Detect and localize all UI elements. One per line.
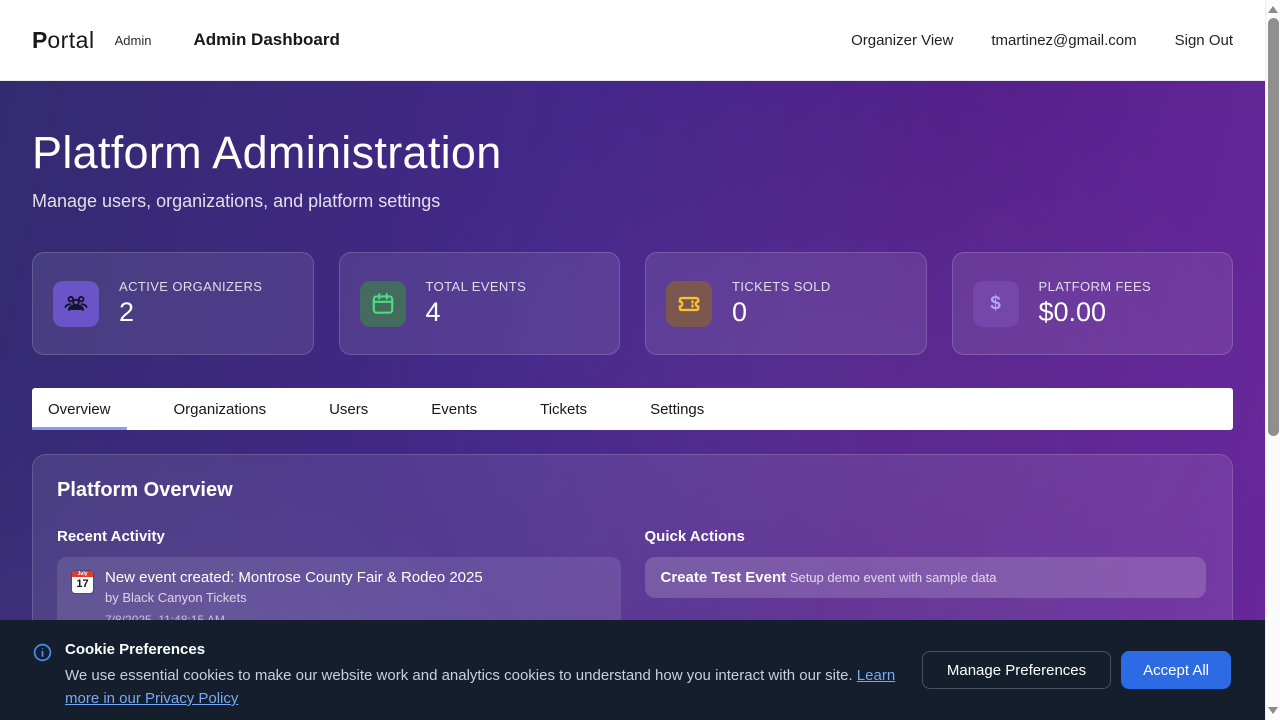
hero-subtitle: Manage users, organizations, and platfor… — [32, 191, 1233, 212]
admin-dashboard-page: Portal Admin Admin Dashboard Organizer V… — [0, 0, 1265, 720]
stat-text: ACTIVE ORGANIZERS 2 — [119, 279, 262, 328]
stat-text: TOTAL EVENTS 4 — [426, 279, 527, 328]
activity-byline: by Black Canyon Tickets — [105, 590, 483, 605]
tab-tickets[interactable]: Tickets — [524, 388, 603, 430]
stat-card-tickets-sold: TICKETS SOLD 0 — [645, 252, 927, 355]
people-icon — [53, 281, 99, 327]
tab-label: Organizations — [174, 401, 267, 418]
scrollbar-thumb[interactable] — [1268, 18, 1279, 436]
tab-label: Overview — [48, 401, 111, 418]
logo-rest: ortal — [47, 27, 94, 53]
stat-value: 0 — [732, 297, 831, 328]
stat-value: $0.00 — [1039, 297, 1152, 328]
cookie-banner: Cookie Preferences We use essential cook… — [0, 620, 1265, 720]
stat-text: TICKETS SOLD 0 — [732, 279, 831, 328]
top-header: Portal Admin Admin Dashboard Organizer V… — [0, 0, 1265, 81]
calendar-icon — [360, 281, 406, 327]
hero-title: Platform Administration — [32, 81, 1233, 179]
cookie-title: Cookie Preferences — [65, 641, 927, 658]
stat-value: 2 — [119, 297, 262, 328]
admin-badge: Admin — [115, 33, 152, 48]
ticket-icon — [666, 281, 712, 327]
activity-title: New event created: Montrose County Fair … — [105, 569, 483, 586]
logo-initial: P — [32, 27, 47, 53]
scrollbar-down-arrow[interactable] — [1268, 707, 1278, 714]
dollar-icon: $ — [973, 281, 1019, 327]
activity-text: New event created: Montrose County Fair … — [105, 569, 483, 627]
stat-text: PLATFORM FEES $0.00 — [1039, 279, 1152, 328]
quick-action-subtitle: Setup demo event with sample data — [790, 570, 997, 585]
tab-bar: Overview Organizations Users Events Tick… — [32, 388, 1233, 430]
active-tab-underline — [32, 427, 127, 430]
header-nav: Organizer View tmartinez@gmail.com Sign … — [851, 32, 1233, 49]
tab-users[interactable]: Users — [313, 388, 384, 430]
quick-action-title: Create Test Event — [661, 569, 787, 586]
scrollbar-up-arrow[interactable] — [1268, 6, 1278, 13]
tab-overview[interactable]: Overview — [32, 388, 127, 430]
calendar-emoji-icon: July 17 — [72, 571, 93, 593]
stat-card-platform-fees: $ PLATFORM FEES $0.00 — [952, 252, 1234, 355]
stat-label: PLATFORM FEES — [1039, 279, 1152, 294]
dollar-glyph: $ — [990, 293, 1001, 315]
create-test-event-button[interactable]: Create Test Event Setup demo event with … — [645, 557, 1207, 598]
manage-preferences-button[interactable]: Manage Preferences — [922, 651, 1111, 689]
page-title: Admin Dashboard — [193, 30, 339, 50]
stat-label: TICKETS SOLD — [732, 279, 831, 294]
organizer-view-link[interactable]: Organizer View — [851, 32, 953, 49]
tab-organizations[interactable]: Organizations — [158, 388, 283, 430]
cookie-buttons: Manage Preferences Accept All — [922, 651, 1231, 689]
stat-card-active-organizers: ACTIVE ORGANIZERS 2 — [32, 252, 314, 355]
stats-row: ACTIVE ORGANIZERS 2 TOTAL EVENTS 4 — [32, 252, 1233, 355]
cookie-text-block: Cookie Preferences We use essential cook… — [65, 641, 927, 710]
quick-actions-title: Quick Actions — [645, 528, 1209, 545]
cookie-body: We use essential cookies to make our web… — [65, 664, 927, 710]
accept-all-button[interactable]: Accept All — [1121, 651, 1231, 689]
tab-events[interactable]: Events — [415, 388, 493, 430]
vertical-scrollbar[interactable] — [1265, 0, 1280, 720]
user-email: tmartinez@gmail.com — [991, 32, 1136, 49]
sign-out-button[interactable]: Sign Out — [1175, 32, 1233, 49]
tab-settings[interactable]: Settings — [634, 388, 720, 430]
recent-activity-title: Recent Activity — [57, 528, 621, 545]
cookie-body-text: We use essential cookies to make our web… — [65, 667, 853, 684]
tab-label: Events — [431, 401, 477, 418]
panel-title: Platform Overview — [57, 479, 1208, 502]
calendar-day: 17 — [72, 577, 93, 592]
tab-label: Tickets — [540, 401, 587, 418]
tab-label: Settings — [650, 401, 704, 418]
info-icon — [32, 642, 53, 663]
stat-value: 4 — [426, 297, 527, 328]
stat-label: TOTAL EVENTS — [426, 279, 527, 294]
portal-logo[interactable]: Portal — [32, 27, 95, 54]
stat-label: ACTIVE ORGANIZERS — [119, 279, 262, 294]
stat-card-total-events: TOTAL EVENTS 4 — [339, 252, 621, 355]
tab-label: Users — [329, 401, 368, 418]
